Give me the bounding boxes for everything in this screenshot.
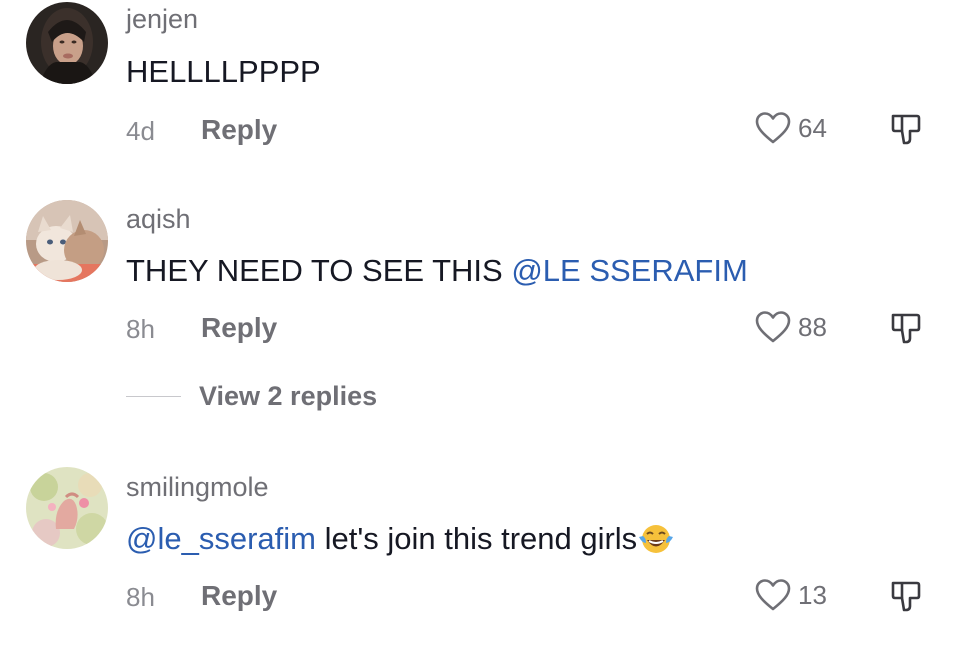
mention-link[interactable]: @le_sserafim <box>126 521 316 556</box>
like-button[interactable]: 13 <box>754 577 827 613</box>
avatar-image <box>26 467 108 549</box>
like-count: 13 <box>798 579 827 610</box>
avatar[interactable] <box>26 467 108 549</box>
thumbs-down-icon <box>891 581 921 612</box>
comment-text: @le_sserafim let's join this trend girls <box>126 521 675 557</box>
comment-item: smilingmole @le_sserafim let's join this… <box>0 0 960 661</box>
comment-username[interactable]: smilingmole <box>126 472 269 503</box>
laughing-tears-emoji-icon <box>639 525 674 553</box>
dislike-button[interactable] <box>888 578 924 614</box>
comment-timestamp: 8h <box>126 582 155 612</box>
heart-icon <box>755 579 791 611</box>
comment-body: let's join this trend girls <box>315 521 638 556</box>
reply-button[interactable]: Reply <box>201 580 277 612</box>
